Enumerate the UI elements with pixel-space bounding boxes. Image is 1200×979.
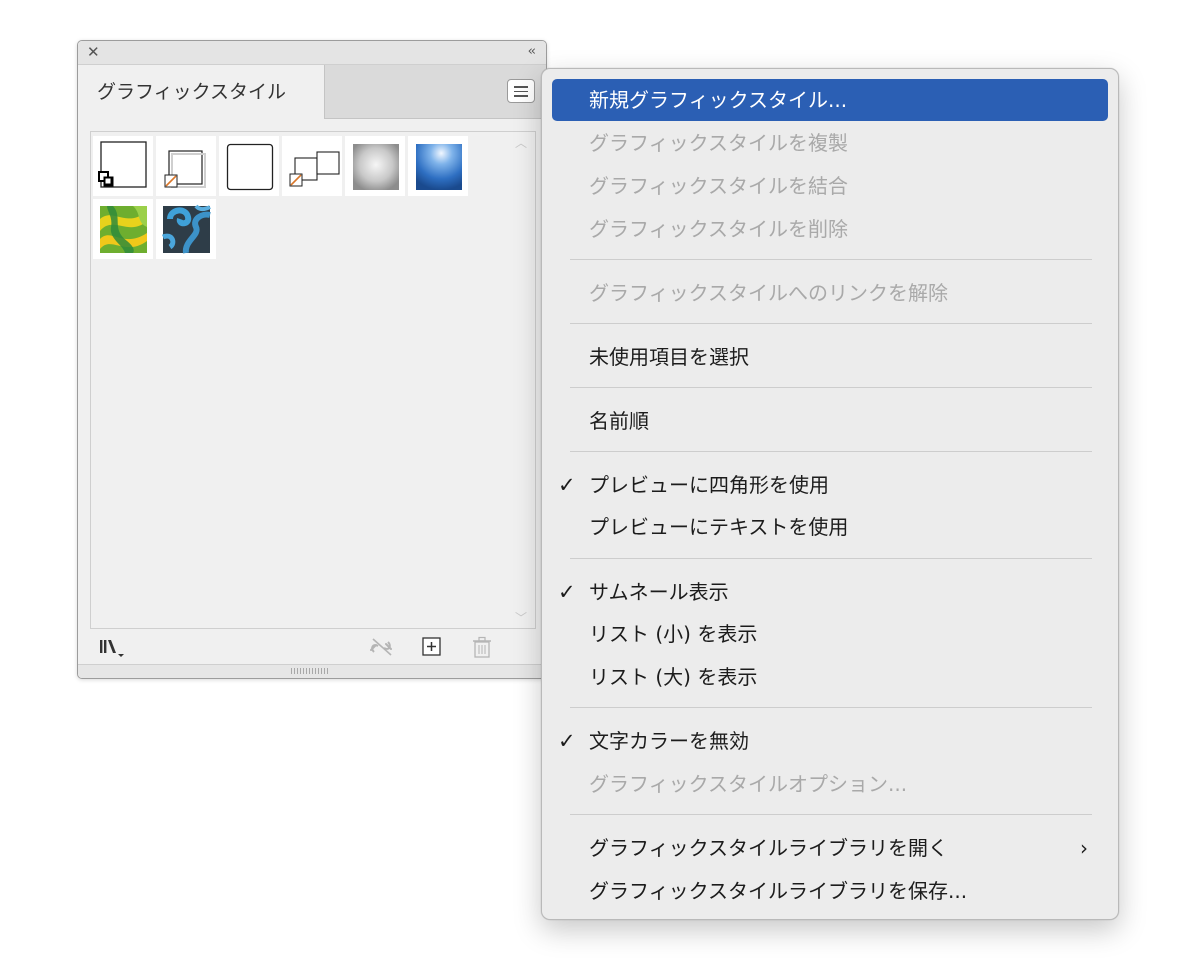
- menu-item-label: 名前順: [589, 409, 649, 433]
- hamburger-menu-icon: [514, 86, 528, 88]
- menu-item-label: サムネール表示: [589, 580, 729, 604]
- panel-menu-button[interactable]: [507, 79, 535, 103]
- menu-item-save-library[interactable]: グラフィックスタイルライブラリを保存...: [552, 870, 1108, 912]
- menu-item-sort-by-name[interactable]: 名前順: [552, 400, 1108, 442]
- menu-item-small-list-view[interactable]: リスト (小) を表示: [552, 613, 1108, 655]
- default-style-icon: [98, 141, 147, 188]
- panel-footer: [78, 629, 546, 665]
- menu-item-label: 文字カラーを無効: [589, 729, 749, 753]
- panel-flyout-menu: 新規グラフィックスタイル... グラフィックスタイルを複製 グラフィックスタイル…: [541, 68, 1119, 920]
- menu-item-break-link[interactable]: グラフィックスタイルへのリンクを解除: [552, 272, 1108, 314]
- menu-item-new-graphic-style[interactable]: 新規グラフィックスタイル...: [552, 79, 1108, 121]
- trash-icon[interactable]: [470, 635, 494, 661]
- panel-resize-grip[interactable]: [78, 664, 546, 678]
- checkmark-icon: ✓: [558, 729, 576, 753]
- chevron-right-icon: ›: [1080, 836, 1088, 860]
- swatch-plain-square-style[interactable]: [219, 136, 279, 196]
- menu-item-label: グラフィックスタイルオプション...: [589, 772, 908, 796]
- menu-item-override-character-color[interactable]: ✓ 文字カラーを無効: [552, 720, 1108, 762]
- menu-separator: [570, 451, 1092, 452]
- menu-item-open-library[interactable]: グラフィックスタイルライブラリを開く ›: [552, 827, 1108, 869]
- new-style-icon[interactable]: [420, 635, 444, 659]
- close-icon[interactable]: ✕: [87, 43, 100, 61]
- break-link-icon[interactable]: [365, 635, 397, 659]
- swatch-offset-square-style[interactable]: [156, 136, 216, 196]
- menu-separator: [570, 814, 1092, 815]
- menu-item-label: グラフィックスタイルライブラリを開く: [589, 836, 948, 860]
- swatch-blue-glow-style[interactable]: [408, 136, 468, 196]
- menu-item-label: グラフィックスタイルへのリンクを解除: [589, 281, 948, 305]
- menu-separator: [570, 323, 1092, 324]
- menu-item-large-list-view[interactable]: リスト (大) を表示: [552, 656, 1108, 698]
- menu-item-thumbnail-view[interactable]: ✓ サムネール表示: [552, 571, 1108, 613]
- scroll-down-icon[interactable]: ﹀: [515, 609, 527, 626]
- grip-icon: [291, 668, 329, 674]
- hamburger-menu-icon-line: [514, 90, 528, 92]
- green-swirl-style-icon: [100, 206, 147, 253]
- checkmark-icon: ✓: [558, 580, 576, 604]
- menu-item-duplicate-graphic-style[interactable]: グラフィックスタイルを複製: [552, 122, 1108, 164]
- hamburger-menu-icon-line: [514, 95, 528, 97]
- menu-item-label: グラフィックスタイルライブラリを保存...: [589, 879, 968, 903]
- panel-tabbar: グラフィックスタイル: [78, 65, 546, 119]
- menu-separator: [570, 558, 1092, 559]
- blue-swirl-style-icon: [161, 204, 211, 254]
- menu-item-preview-text[interactable]: プレビューにテキストを使用: [552, 506, 1108, 548]
- scroll-up-icon[interactable]: ︿: [515, 134, 527, 151]
- menu-separator: [570, 707, 1092, 708]
- menu-item-label: プレビューに四角形を使用: [589, 473, 829, 497]
- double-square-style-icon: [289, 151, 340, 187]
- swatch-double-square-style[interactable]: [282, 136, 342, 196]
- swatch-green-swirl-style[interactable]: [93, 199, 153, 259]
- collapse-panel-icon[interactable]: ‹‹: [528, 44, 537, 60]
- menu-item-preview-square[interactable]: ✓ プレビューに四角形を使用: [552, 464, 1108, 506]
- menu-item-label: グラフィックスタイルを結合: [589, 174, 848, 198]
- menu-item-label: 新規グラフィックスタイル...: [589, 88, 848, 112]
- menu-separator: [570, 387, 1092, 388]
- menu-item-label: リスト (大) を表示: [589, 665, 758, 689]
- menu-item-label: プレビューにテキストを使用: [589, 515, 849, 539]
- tab-graphic-styles[interactable]: グラフィックスタイル: [78, 65, 325, 119]
- graphic-styles-panel: ✕ ‹‹ グラフィックスタイル ︿ ﹀: [77, 40, 547, 679]
- offset-square-style-icon: [164, 150, 206, 188]
- menu-item-label: リスト (小) を表示: [589, 622, 758, 646]
- swatch-gray-bevel-style[interactable]: [345, 136, 405, 196]
- swatch-blue-swirl-style[interactable]: [156, 199, 216, 259]
- menu-item-select-unused[interactable]: 未使用項目を選択: [552, 336, 1108, 378]
- panel-titlebar: ✕ ‹‹: [78, 41, 546, 65]
- plain-square-style-icon: [226, 143, 274, 191]
- libraries-icon[interactable]: [97, 635, 131, 659]
- gray-bevel-style-icon: [353, 144, 399, 190]
- menu-item-delete-graphic-style[interactable]: グラフィックスタイルを削除: [552, 208, 1108, 250]
- swatch-default-style[interactable]: [93, 136, 153, 196]
- menu-separator: [570, 259, 1092, 260]
- swatch-grid: ︿ ﹀: [90, 131, 536, 629]
- checkmark-icon: ✓: [558, 473, 576, 497]
- menu-item-label: 未使用項目を選択: [589, 345, 749, 369]
- menu-item-label: グラフィックスタイルを複製: [589, 131, 848, 155]
- menu-item-graphic-style-options[interactable]: グラフィックスタイルオプション...: [552, 763, 1108, 805]
- blue-glow-style-icon: [416, 144, 462, 190]
- menu-item-merge-graphic-styles[interactable]: グラフィックスタイルを結合: [552, 165, 1108, 207]
- menu-item-label: グラフィックスタイルを削除: [589, 217, 848, 241]
